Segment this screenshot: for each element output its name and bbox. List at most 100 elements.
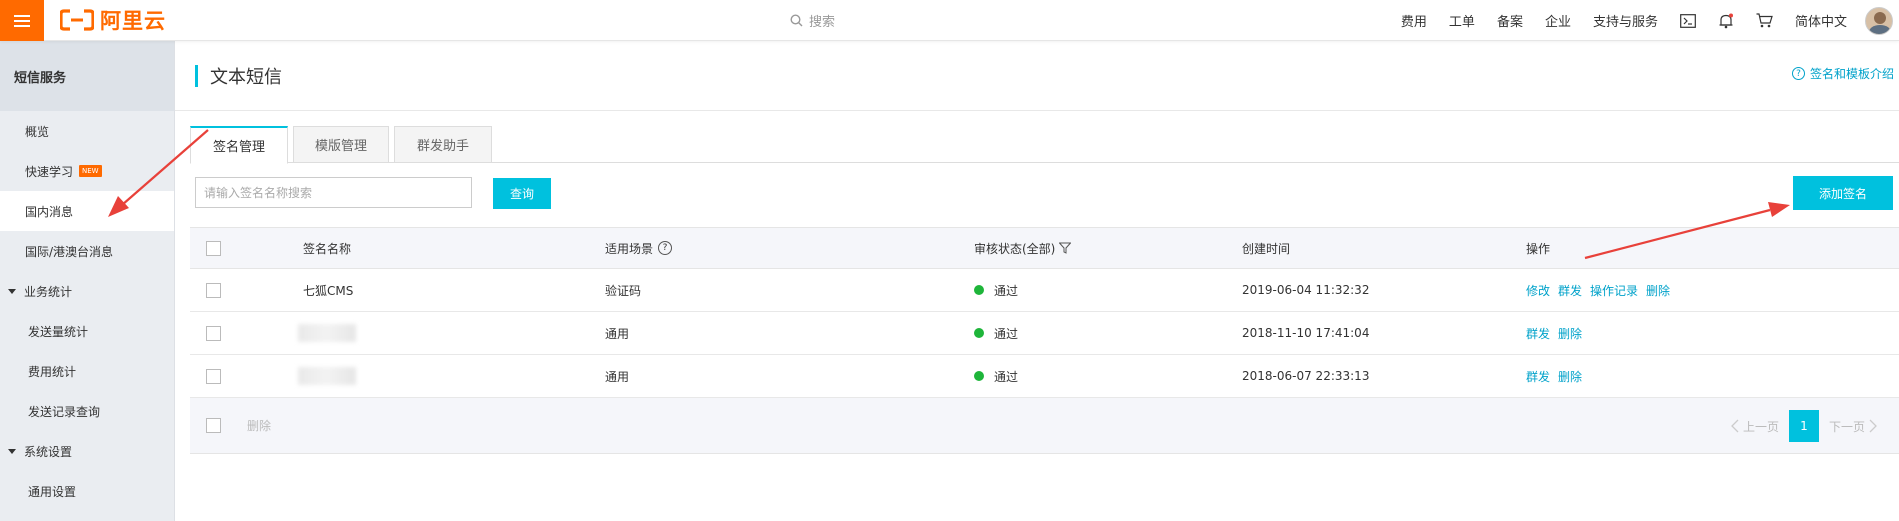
tab-label: 签名管理 [212, 140, 265, 155]
edit-link[interactable]: 修改 [1526, 282, 1550, 299]
aliyun-logo-icon [60, 9, 94, 31]
aliyun-logo[interactable]: 阿里云 [60, 6, 166, 34]
status-success-dot [974, 328, 984, 338]
bulk-send-link[interactable]: 群发 [1526, 368, 1550, 385]
table-row: 七狐CMS 验证码 通过 2019-06-04 11:32:32 修改 群发 操… [190, 269, 1899, 312]
query-button[interactable]: 查询 [493, 178, 551, 209]
search-icon [790, 13, 803, 26]
nav-support[interactable]: 支持与服务 [1593, 11, 1658, 30]
sidebar-group-settings[interactable]: 系统设置 [0, 431, 174, 471]
page-header: 文本短信 ? 签名和模板介绍 [175, 41, 1899, 111]
help-link-label: 签名和模板介绍 [1809, 67, 1894, 81]
add-signature-button[interactable]: 添加签名 [1793, 176, 1893, 210]
prev-page-label: 上一页 [1742, 419, 1779, 434]
signature-name-redacted [298, 312, 356, 354]
table-row: 通用 通过 2018-06-07 22:33:13 群发 删除 [190, 355, 1899, 398]
row-checkbox[interactable] [206, 368, 221, 384]
next-page-label: 下一页 [1828, 419, 1865, 434]
sidebar-item-label: 发送记录查询 [28, 404, 101, 419]
operation-log-link[interactable]: 操作记录 [1590, 282, 1638, 299]
page-title: 文本短信 [210, 67, 282, 88]
sidebar-item-label: 通用设置 [28, 484, 77, 499]
status: 通过 [974, 269, 1018, 311]
sidebar-item-domestic[interactable]: 国内消息 [0, 191, 174, 231]
top-bar: 阿里云 搜索 费用 工单 备案 企业 支持与服务 简体中文 [0, 0, 1899, 41]
header-status[interactable]: 审核状态(全部) [974, 228, 1072, 268]
sidebar-item-general-settings[interactable]: 通用设置 [0, 471, 174, 511]
header-status-label: 审核状态(全部) [974, 241, 1056, 256]
sidebar-group-label: 系统设置 [24, 444, 73, 459]
hamburger-menu-button[interactable] [0, 0, 44, 41]
delete-link[interactable]: 删除 [1646, 282, 1670, 299]
next-page-button[interactable]: 下一页 [1829, 418, 1877, 435]
new-badge: NEW [79, 165, 102, 177]
header-actions: 操作 [1526, 241, 1551, 256]
brand-name: 阿里云 [100, 9, 166, 33]
chevron-right-icon [1869, 419, 1877, 433]
sidebar-item-label: 快速学习 [25, 164, 74, 179]
row-actions: 修改 群发 操作记录 删除 [1526, 269, 1678, 311]
filter-icon[interactable] [1059, 242, 1072, 254]
help-icon: ? [1791, 67, 1805, 80]
sidebar-item-send-stats[interactable]: 发送量统计 [0, 311, 174, 351]
sidebar-item-quick-learn[interactable]: 快速学习 NEW [0, 151, 174, 191]
sidebar-item-international[interactable]: 国际/港澳台消息 [0, 231, 174, 271]
bulk-send-link[interactable]: 群发 [1558, 282, 1582, 299]
pagination: 上一页 1 下一页 [1731, 410, 1877, 442]
cart-icon[interactable] [1756, 13, 1773, 28]
global-search[interactable]: 搜索 [790, 8, 990, 32]
status: 通过 [974, 355, 1018, 397]
row-checkbox[interactable] [206, 325, 221, 341]
tab-bulk-send[interactable]: 群发助手 [394, 126, 492, 163]
select-all-checkbox[interactable] [206, 240, 221, 256]
sidebar-group-stats[interactable]: 业务统计 [0, 271, 174, 311]
signature-name-redacted [298, 355, 356, 397]
sidebar-item-cost-stats[interactable]: 费用统计 [0, 351, 174, 391]
top-nav: 费用 工单 备案 企业 支持与服务 简体中文 [1401, 0, 1893, 41]
nav-enterprise[interactable]: 企业 [1545, 11, 1571, 30]
sidebar-item-overview[interactable]: 概览 [0, 111, 174, 151]
footer-select-all-checkbox[interactable] [206, 418, 221, 433]
tab-signature-management[interactable]: 签名管理 [190, 126, 288, 164]
help-icon[interactable]: ? [658, 241, 673, 255]
terminal-icon[interactable] [1680, 13, 1696, 28]
tab-label: 模版管理 [314, 139, 367, 154]
header-scene-label: 适用场景 [605, 241, 654, 256]
nav-filing[interactable]: 备案 [1497, 11, 1523, 30]
delete-link[interactable]: 删除 [1558, 325, 1582, 342]
table-footer: 删除 上一页 1 下一页 [190, 398, 1899, 454]
nav-billing[interactable]: 费用 [1401, 11, 1427, 30]
nav-ticket[interactable]: 工单 [1449, 11, 1475, 30]
signature-template-help-link[interactable]: ? 签名和模板介绍 [1791, 65, 1894, 82]
blurred-text [298, 367, 356, 385]
signature-search-input[interactable] [195, 177, 472, 208]
sidebar: 短信服务 概览 快速学习 NEW 国内消息 国际/港澳台消息 业务统计 发送量统… [0, 41, 175, 521]
created-time: 2018-11-10 17:41:04 [1242, 326, 1370, 340]
table-header: 签名名称 适用场景 ? 审核状态(全部) 创建时间 操作 [190, 227, 1899, 269]
bell-icon[interactable] [1718, 13, 1734, 29]
row-actions: 群发 删除 [1526, 355, 1590, 397]
prev-page-button[interactable]: 上一页 [1731, 418, 1779, 435]
page-number-current[interactable]: 1 [1788, 410, 1819, 442]
scene: 通用 [605, 369, 630, 384]
sidebar-item-send-records[interactable]: 发送记录查询 [0, 391, 174, 431]
language-switch[interactable]: 简体中文 [1795, 11, 1847, 30]
status: 通过 [974, 312, 1018, 354]
created-time: 2018-06-07 22:33:13 [1242, 369, 1370, 383]
status-success-dot [974, 371, 984, 381]
scene: 验证码 [605, 283, 642, 298]
bulk-send-link[interactable]: 群发 [1526, 325, 1550, 342]
row-checkbox[interactable] [206, 282, 221, 298]
chevron-left-icon [1731, 419, 1739, 433]
batch-delete-button[interactable]: 删除 [247, 398, 271, 453]
sidebar-title: 短信服务 [0, 41, 174, 111]
tab-bar: 签名管理 模版管理 群发助手 [190, 126, 1899, 164]
sidebar-item-label: 费用统计 [28, 364, 77, 379]
user-avatar[interactable] [1865, 6, 1893, 35]
row-actions: 群发 删除 [1526, 312, 1590, 354]
tab-template-management[interactable]: 模版管理 [293, 126, 389, 163]
tab-label: 群发助手 [416, 139, 469, 154]
delete-link[interactable]: 删除 [1558, 368, 1582, 385]
header-signature-name: 签名名称 [303, 241, 352, 256]
title-accent-bar [195, 65, 198, 87]
